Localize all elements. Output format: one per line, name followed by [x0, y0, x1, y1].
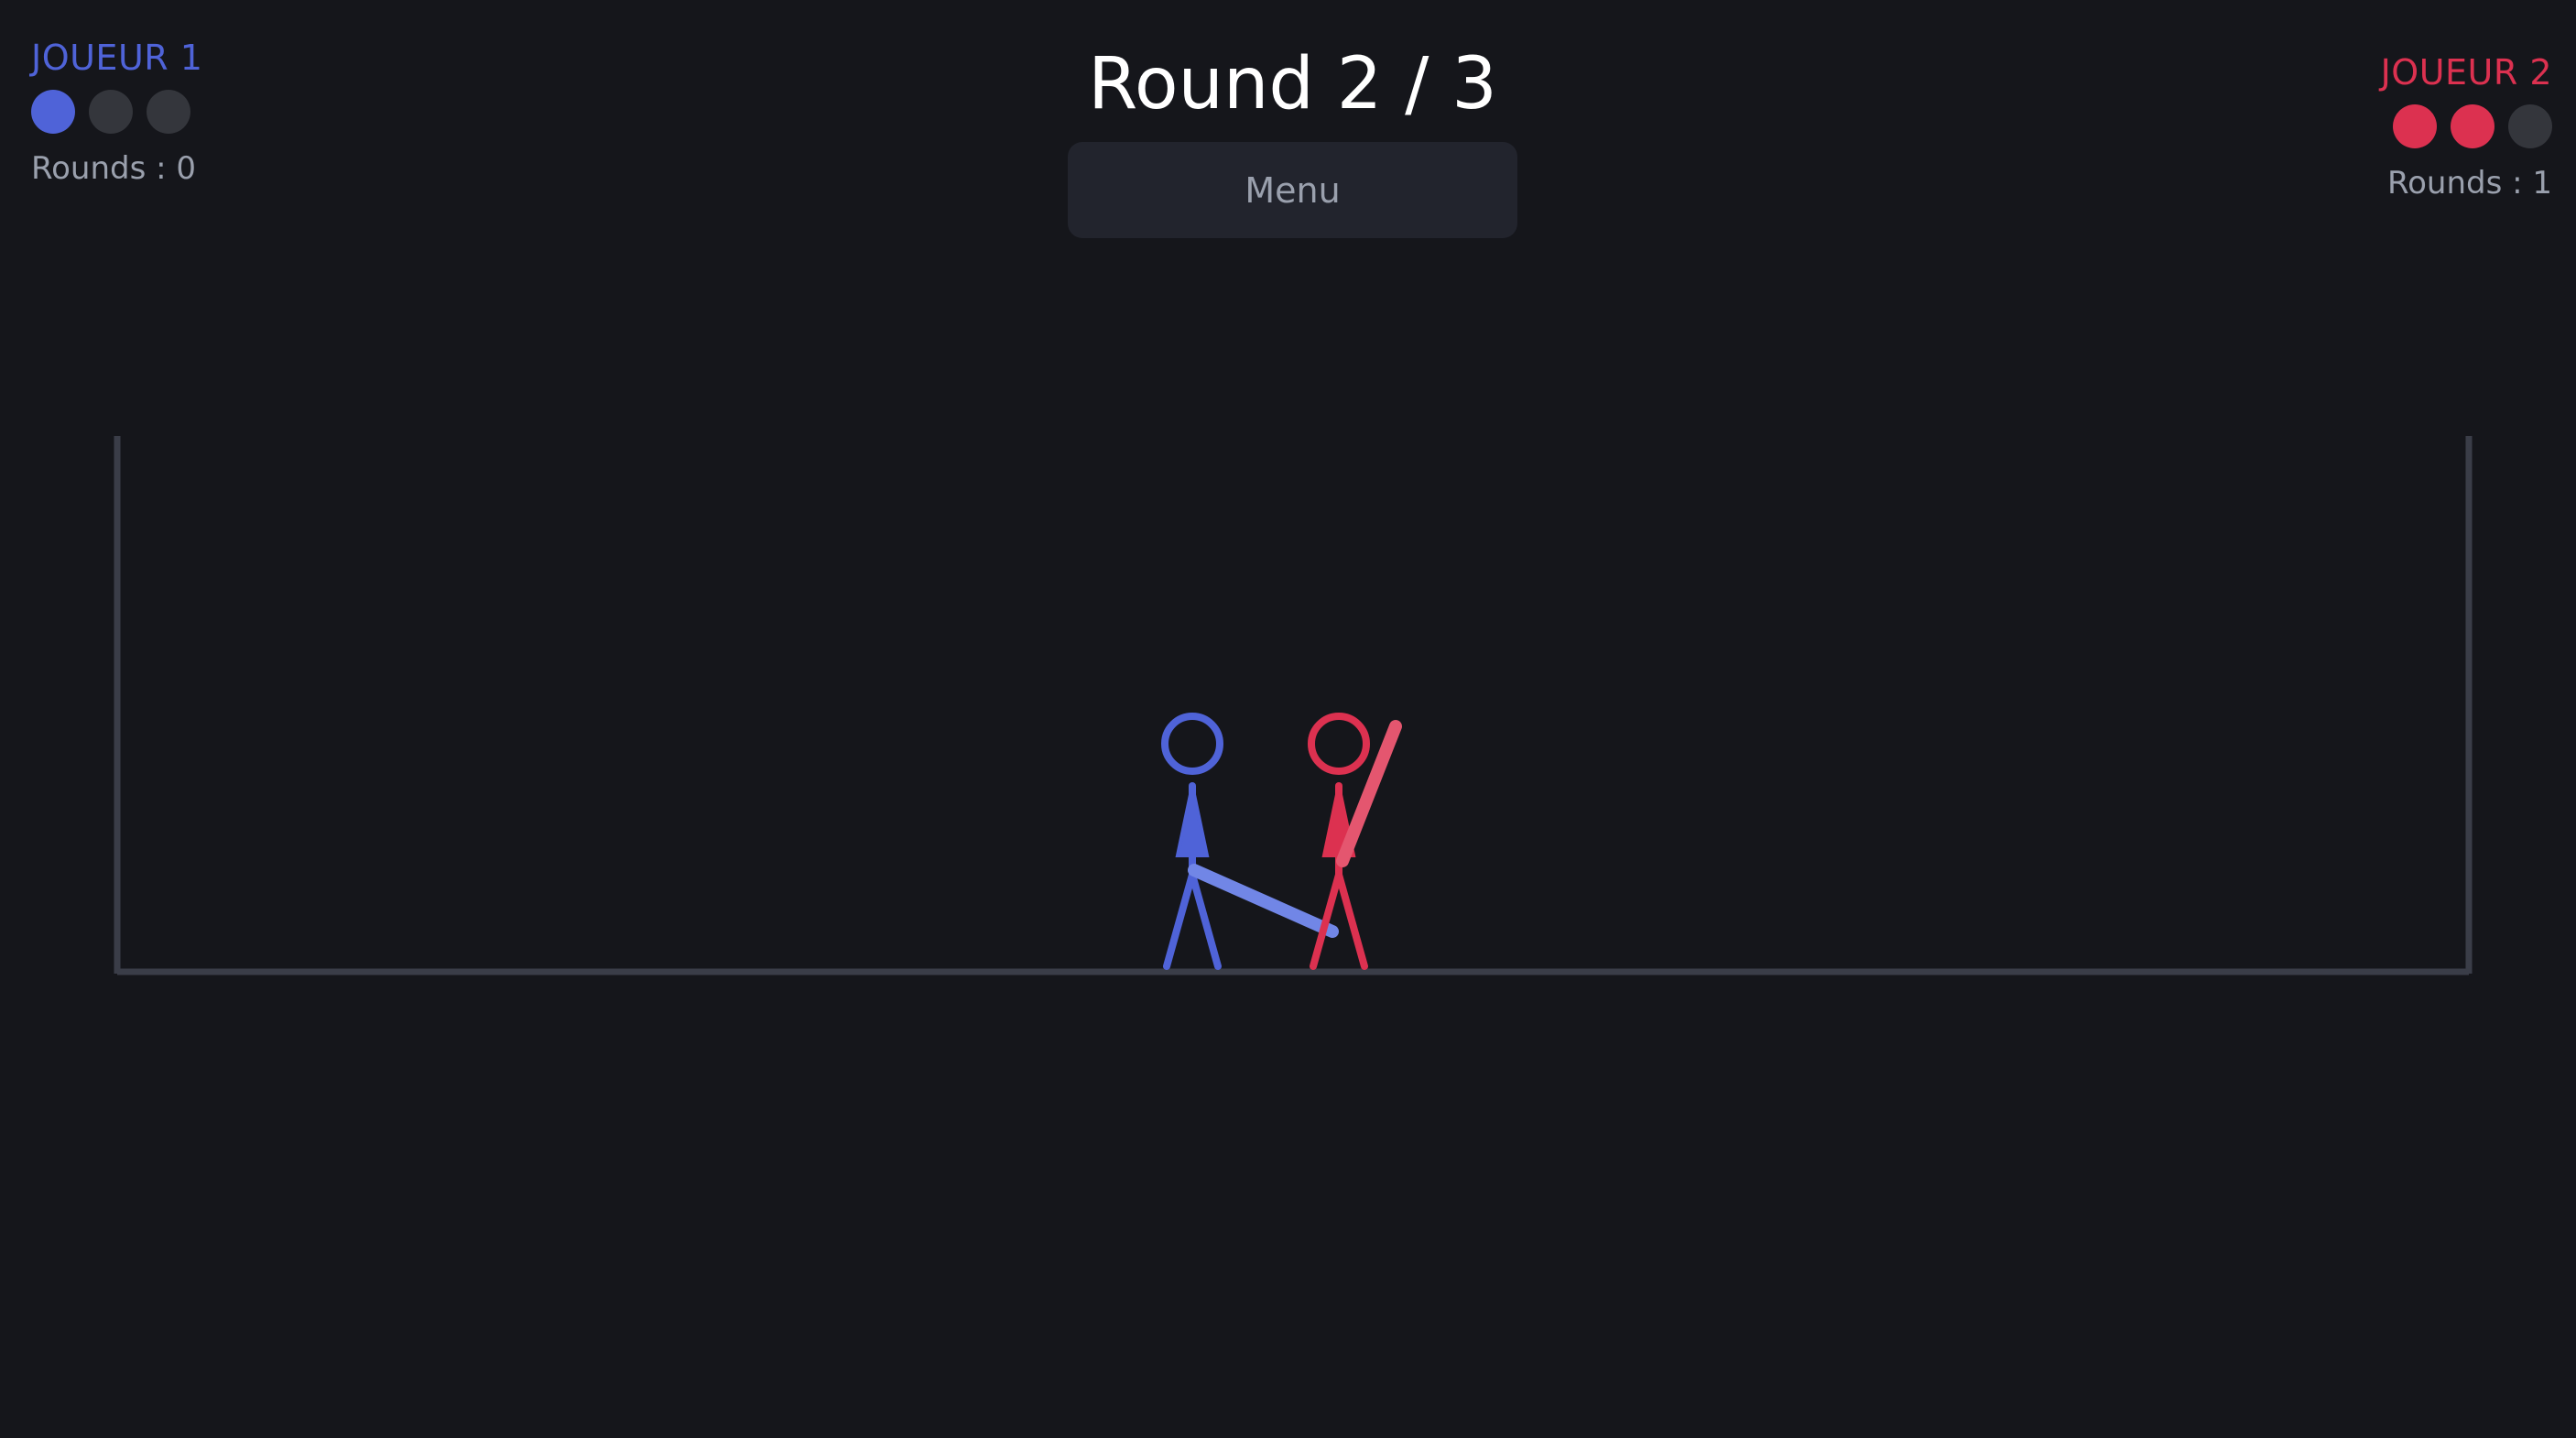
player2-leg-right	[1335, 871, 1368, 970]
player1-leg-left	[1163, 871, 1196, 970]
player2-rounds: Rounds : 1	[2387, 165, 2552, 202]
player2-sword-tip	[1390, 721, 1401, 732]
player2-fighter	[1308, 713, 1402, 970]
game-stage: JOUEUR 1 Rounds : 0 JOUEUR 2 Rounds : 1 …	[0, 0, 2576, 1438]
round-title: Round 2 / 3	[1088, 43, 1497, 125]
player2-head	[1308, 713, 1370, 775]
player1-sword	[1188, 864, 1339, 938]
player1-head	[1161, 713, 1223, 775]
player1-sword-tip	[1327, 926, 1338, 937]
player1-rounds: Rounds : 0	[31, 150, 196, 187]
player1-leg-right	[1189, 871, 1222, 970]
menu-button[interactable]: Menu	[1068, 142, 1517, 238]
